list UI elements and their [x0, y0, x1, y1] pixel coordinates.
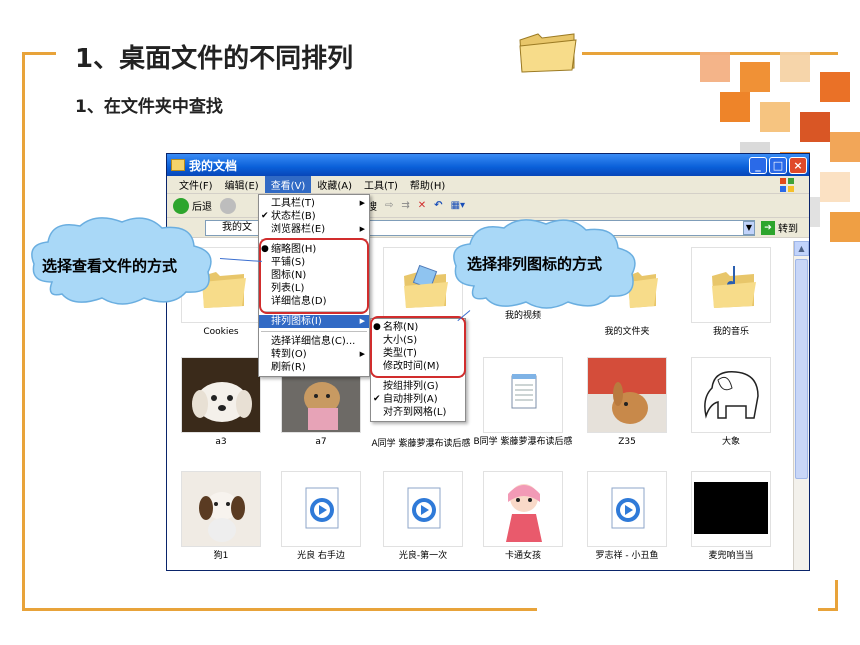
file-item[interactable]: 卡通女孩 [473, 471, 573, 562]
check-icon: ✔ [373, 394, 381, 404]
rabbit-photo-thumbnail [587, 357, 667, 433]
callout-arrange-text: 选择排列图标的方式 [467, 255, 603, 273]
file-label: 光良 右手边 [297, 551, 345, 561]
file-label: 我的音乐 [712, 327, 749, 337]
file-item[interactable]: 我的音乐 [681, 247, 781, 338]
file-item[interactable]: B同学 紫藤萝瀑布读后感 [473, 357, 573, 448]
view-menu-goto[interactable]: 转到(O) ▶ [259, 348, 369, 361]
music-folder-icon [691, 247, 771, 323]
close-button[interactable]: × [789, 156, 807, 174]
file-label: Z35 [618, 437, 636, 447]
media-file-icon [281, 471, 361, 547]
dog-photo-thumbnail [181, 471, 261, 547]
menu-separator [261, 331, 367, 332]
file-label: B同学 紫藤萝瀑布读后感 [473, 437, 573, 447]
forward-arrow-icon [220, 197, 236, 214]
window-title: 我的文档 [189, 158, 238, 173]
black-video-thumbnail [691, 471, 771, 547]
file-item[interactable]: A同学 紫藤萝瀑布读后感 [371, 439, 471, 450]
file-item[interactable]: 罗志祥 - 小丑鱼 [577, 471, 677, 562]
windows-logo-icon [780, 178, 794, 192]
file-label: A同学 紫藤萝瀑布读后感 [371, 439, 471, 449]
scroll-up-icon[interactable]: ▲ [794, 241, 809, 256]
frame-top-left [22, 52, 56, 55]
menu-help[interactable]: 帮助(H) [404, 176, 451, 193]
file-label: 麦兜响当当 [708, 551, 754, 561]
dog-photo-thumbnail [181, 357, 261, 433]
media-file-icon [587, 471, 667, 547]
menu-tools[interactable]: 工具(T) [358, 176, 404, 193]
arrange-options-highlight [370, 316, 466, 378]
file-item[interactable]: 光良 右手边 [271, 471, 371, 562]
frame-bottom-left [22, 608, 537, 611]
file-label: 我的文件夹 [604, 327, 650, 337]
arrange-align-to-grid[interactable]: 对齐到网格(L) [371, 406, 465, 419]
move-to-icon[interactable]: ⇨ [385, 200, 393, 211]
file-item[interactable]: 大象 [681, 357, 781, 448]
address-dropdown[interactable]: ▼ [743, 221, 755, 235]
go-label: 转到 [778, 224, 798, 235]
delete-icon[interactable]: ✕ [418, 200, 426, 211]
menu-bar: 文件(F) 编辑(E) 查看(V) 收藏(A) 工具(T) 帮助(H) [167, 176, 809, 194]
file-label: 卡通女孩 [504, 551, 541, 561]
go-arrow-icon: ➔ [761, 220, 775, 235]
scroll-thumb[interactable] [795, 259, 808, 479]
view-menu-arrange-icons[interactable]: 排列图标(I) ▶ [259, 315, 369, 328]
view-menu-explorerbar[interactable]: 浏览器栏(E) ▶ [259, 223, 369, 236]
file-label: a3 [215, 437, 227, 447]
folder-clipart-icon [519, 33, 577, 73]
file-label: 罗志祥 - 小丑鱼 [595, 551, 659, 561]
file-item[interactable]: 光良-第一次 [373, 471, 473, 562]
file-label: 光良-第一次 [398, 551, 448, 561]
undo-icon[interactable]: ↶ [434, 200, 442, 211]
views-icon[interactable]: ▦▾ [451, 200, 465, 211]
elephant-drawing-thumbnail [691, 357, 771, 433]
notepad-icon [483, 357, 563, 433]
menu-file[interactable]: 文件(F) [173, 176, 219, 193]
vertical-scrollbar[interactable]: ▲ [793, 241, 809, 570]
forward-button[interactable] [220, 197, 239, 214]
frame-left [22, 52, 25, 610]
file-item[interactable]: 狗1 [171, 471, 271, 562]
slide-subtitle: 1、在文件夹中查找 [75, 97, 223, 117]
file-item[interactable]: 麦兜响当当 [681, 471, 781, 562]
arrange-auto-arrange[interactable]: ✔ 自动排列(A) [371, 393, 465, 406]
back-label: 后退 [192, 202, 212, 213]
file-item[interactable]: a3 [171, 357, 271, 448]
view-options-highlight [259, 238, 369, 314]
folder-icon [171, 159, 185, 171]
go-button[interactable]: ➔ 转到 [761, 220, 798, 235]
menu-view[interactable]: 查看(V) [264, 176, 312, 193]
file-label: Cookies [203, 327, 239, 337]
check-icon: ✔ [261, 211, 269, 221]
file-label: 大象 [721, 437, 740, 447]
frame-bottom-right [818, 608, 838, 611]
callout-view-text: 选择查看文件的方式 [42, 257, 178, 275]
title-bar[interactable]: 我的文档 _ □ × [167, 154, 809, 176]
maximize-button[interactable]: □ [769, 156, 787, 174]
copy-to-icon[interactable]: ⇉ [401, 200, 409, 211]
menu-favorites[interactable]: 收藏(A) [311, 176, 358, 193]
view-menu-choose-details[interactable]: 选择详细信息(C)... [259, 335, 369, 348]
file-label: 狗1 [213, 551, 229, 561]
frame-right [835, 580, 838, 610]
view-menu-statusbar[interactable]: ✔ 状态栏(B) [259, 210, 369, 223]
minimize-button[interactable]: _ [749, 156, 767, 174]
file-label: a7 [315, 437, 327, 447]
slide-title: 1、桌面文件的不同排列 [75, 44, 354, 74]
arrange-show-in-groups[interactable]: 按组排列(G) [371, 380, 465, 393]
menu-edit[interactable]: 编辑(E) [219, 176, 265, 193]
view-menu-refresh[interactable]: 刷新(R) [259, 361, 369, 374]
cartoon-girl-thumbnail [483, 471, 563, 547]
file-item[interactable]: Z35 [577, 357, 677, 448]
view-menu-toolbars[interactable]: 工具栏(T) ▶ [259, 197, 369, 210]
media-file-icon [383, 471, 463, 547]
